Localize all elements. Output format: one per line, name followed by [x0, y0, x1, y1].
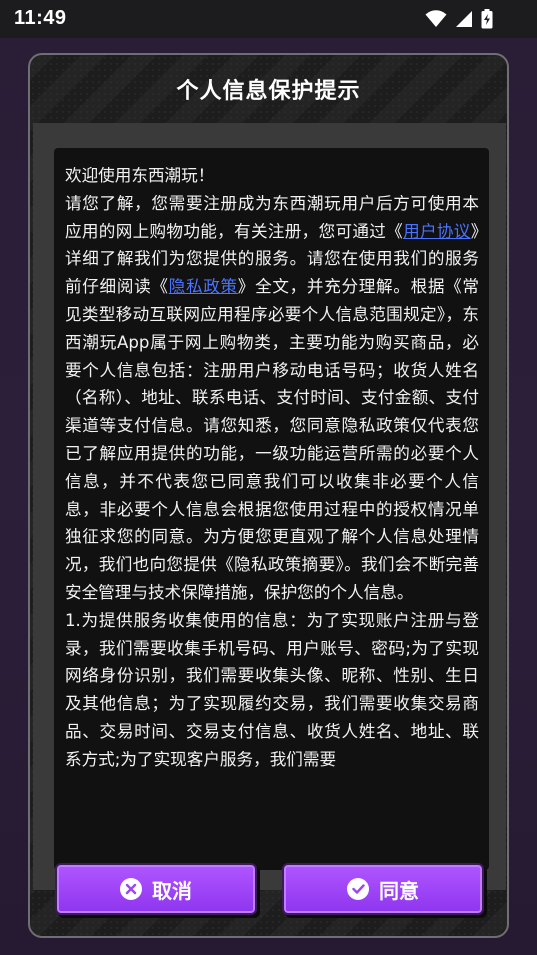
status-icons — [425, 9, 493, 33]
close-circle-icon — [120, 878, 142, 900]
paragraph-1-part-c: 》全文，并充分理解。根据《常见类型移动互联网应用程序必要个人信息范围规定》，东西… — [65, 277, 480, 602]
status-time: 11:49 — [14, 7, 67, 29]
cancel-button-label: 取消 — [152, 878, 192, 903]
privacy-policy-link[interactable]: 隐私政策 — [169, 277, 238, 296]
signal-icon — [455, 10, 473, 32]
battery-charging-icon — [481, 9, 493, 33]
dialog-title: 个人信息保护提示 — [176, 79, 361, 104]
check-circle-icon — [347, 878, 369, 900]
agreement-paragraph-2: 1.为提供服务收集使用的信息：为了实现账户注册与登录，我们需要收集手机号码、用户… — [65, 610, 479, 769]
privacy-dialog: 个人信息保护提示 欢迎使用东西潮玩！ 请您了解，您需要注册成为东西潮玩用户后方可… — [28, 53, 509, 938]
user-agreement-link[interactable]: 用户协议 — [403, 222, 471, 241]
agree-button-label: 同意 — [379, 878, 419, 903]
agreement-scroll-box[interactable]: 欢迎使用东西潮玩！ 请您了解，您需要注册成为东西潮玩用户后方可使用本应用的网上购… — [54, 148, 489, 870]
agree-button[interactable]: 同意 — [282, 863, 484, 915]
content-panel: 欢迎使用东西潮玩！ 请您了解，您需要注册成为东西潮玩用户后方可使用本应用的网上购… — [33, 123, 506, 890]
wifi-icon — [425, 10, 447, 32]
status-bar: 11:49 — [0, 0, 537, 38]
agreement-paragraph-1: 请您了解，您需要注册成为东西潮玩用户后方可使用本应用的网上购物功能，有关注册，您… — [65, 190, 479, 607]
greeting-text: 欢迎使用东西潮玩！ — [65, 166, 215, 185]
cancel-button[interactable]: 取消 — [55, 863, 257, 915]
dialog-header: 个人信息保护提示 — [30, 55, 507, 123]
agreement-text: 欢迎使用东西潮玩！ 请您了解，您需要注册成为东西潮玩用户后方可使用本应用的网上购… — [65, 162, 479, 774]
